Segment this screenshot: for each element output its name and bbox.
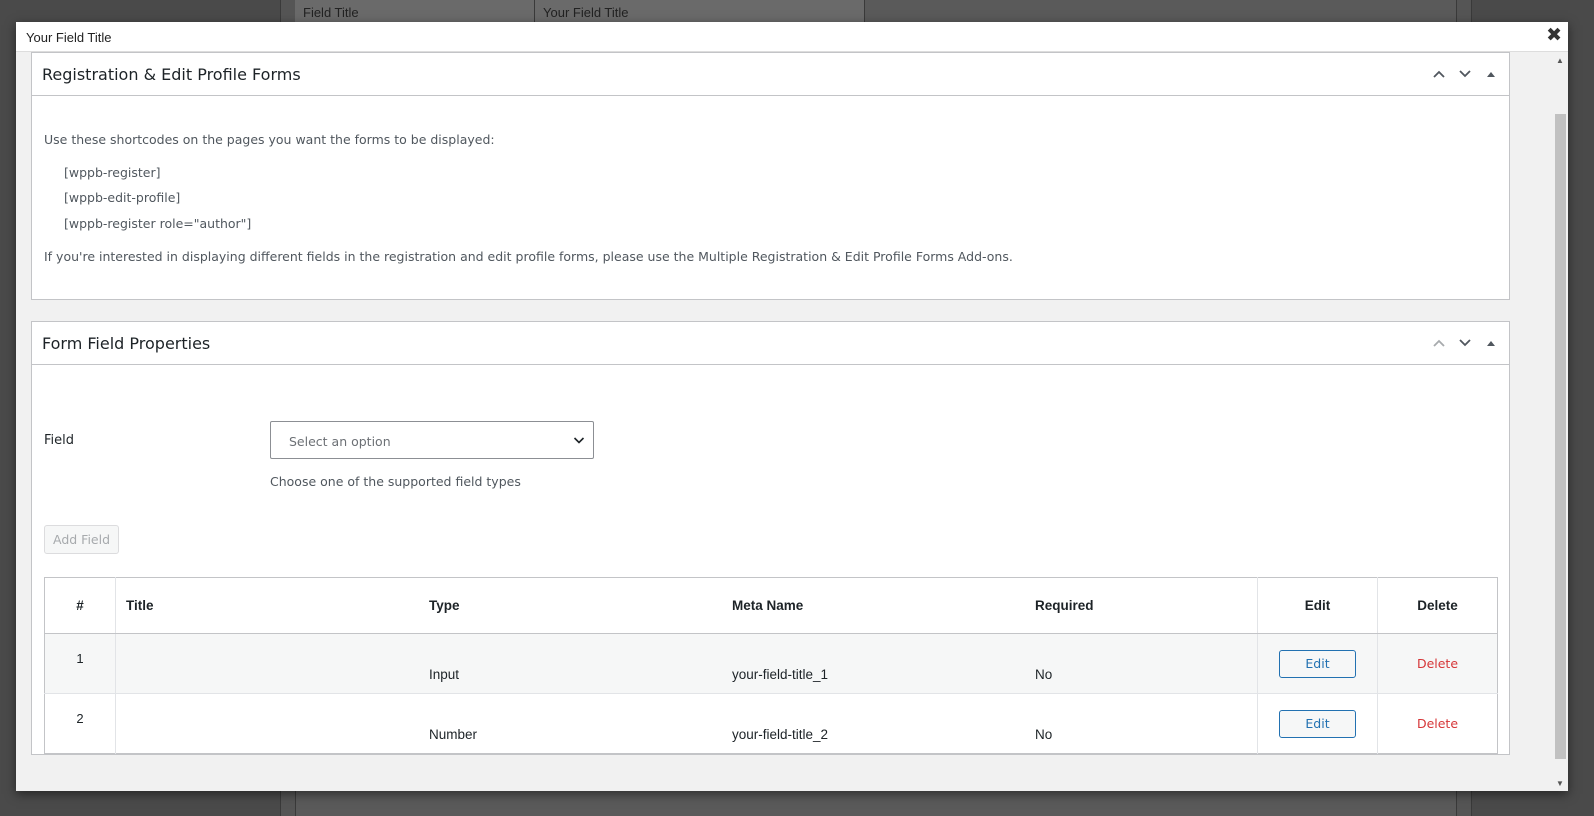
move-up-icon[interactable] (1429, 333, 1449, 353)
row-edit-cell: Edit (1257, 693, 1378, 754)
field-type-select[interactable]: Select an option (270, 421, 594, 459)
registration-forms-box: Registration & Edit Profile Forms Use th… (31, 52, 1510, 300)
row-type: Number (429, 727, 478, 742)
add-field-button[interactable]: Add Field (44, 525, 119, 554)
edit-button[interactable]: Edit (1279, 709, 1356, 738)
row-type: Input (419, 633, 722, 694)
modal-content: Registration & Edit Profile Forms Use th… (16, 52, 1568, 791)
table-row: 1 Input your-field-title_1 No Edit Delet… (44, 633, 1498, 694)
form-field-properties-box: Form Field Properties Field Select an op… (31, 321, 1510, 755)
scroll-down-arrow-icon[interactable]: ▼ (1556, 779, 1564, 788)
registration-box-controls (1429, 64, 1501, 84)
row-required: No (1025, 633, 1258, 694)
properties-box-title: Form Field Properties (42, 334, 211, 353)
table-row: 2 Number your-field-title_2 No Edit Dele… (44, 693, 1498, 754)
move-down-icon[interactable] (1455, 64, 1475, 84)
header-delete: Delete (1377, 577, 1498, 634)
header-type: Type (419, 577, 722, 634)
edit-button[interactable]: Edit (1279, 649, 1356, 678)
registration-box-title: Registration & Edit Profile Forms (42, 65, 301, 84)
addon-note: If you're interested in displaying diffe… (44, 249, 1013, 264)
background-cell-value: Your Field Title (535, 0, 865, 22)
shortcode-edit-profile: [wppb-edit-profile] (64, 190, 181, 205)
header-required: Required (1025, 577, 1258, 634)
background-cell-label: Field Title (295, 0, 535, 22)
row-number: 2 (44, 693, 116, 754)
modal-titlebar: Your Field Title ✖ (16, 22, 1568, 52)
shortcode-intro: Use these shortcodes on the pages you wa… (44, 132, 495, 147)
header-number: # (44, 577, 116, 634)
modal-scrollbar[interactable]: ▲ ▼ (1552, 52, 1568, 791)
row-edit-cell: Edit (1257, 633, 1378, 694)
field-type-label: Field (44, 433, 75, 448)
header-edit: Edit (1257, 577, 1378, 634)
field-type-help: Choose one of the supported field types (270, 474, 521, 489)
modal-dialog: Your Field Title ✖ Registration & Edit P… (16, 22, 1568, 791)
row-meta-name: your-field-title_1 (722, 633, 1025, 694)
row-number: 1 (44, 633, 116, 694)
row-title (116, 694, 420, 754)
header-meta-name: Meta Name (722, 577, 1025, 634)
delete-link[interactable]: Delete (1417, 656, 1458, 671)
scroll-up-arrow-icon[interactable]: ▲ (1556, 56, 1564, 65)
collapse-toggle-icon[interactable] (1481, 64, 1501, 84)
move-up-icon[interactable] (1429, 64, 1449, 84)
scrollbar-thumb[interactable] (1555, 114, 1566, 759)
select-placeholder: Select an option (289, 434, 391, 449)
row-title (115, 633, 419, 694)
delete-link[interactable]: Delete (1417, 716, 1458, 731)
collapse-toggle-icon[interactable] (1481, 333, 1501, 353)
chevron-down-icon (573, 437, 585, 444)
row-delete-cell: Delete (1377, 693, 1498, 754)
row-required: No (1035, 727, 1053, 742)
background-table-row: Field Title Your Field Title (295, 0, 865, 22)
properties-box-controls (1429, 333, 1501, 353)
header-title: Title (115, 577, 419, 634)
close-icon[interactable]: ✖ (1546, 25, 1562, 47)
shortcode-register: [wppb-register] (64, 165, 161, 180)
table-header-row: # Title Type Meta Name Required Edit Del… (44, 577, 1498, 634)
row-delete-cell: Delete (1377, 633, 1498, 694)
registration-box-header: Registration & Edit Profile Forms (32, 53, 1509, 96)
row-meta-name: your-field-title_2 (732, 727, 829, 742)
shortcode-register-author: [wppb-register role="author"] (64, 216, 252, 231)
modal-title: Your Field Title (26, 30, 112, 45)
fields-table: # Title Type Meta Name Required Edit Del… (44, 577, 1498, 754)
properties-box-header: Form Field Properties (32, 322, 1509, 365)
move-down-icon[interactable] (1455, 333, 1475, 353)
